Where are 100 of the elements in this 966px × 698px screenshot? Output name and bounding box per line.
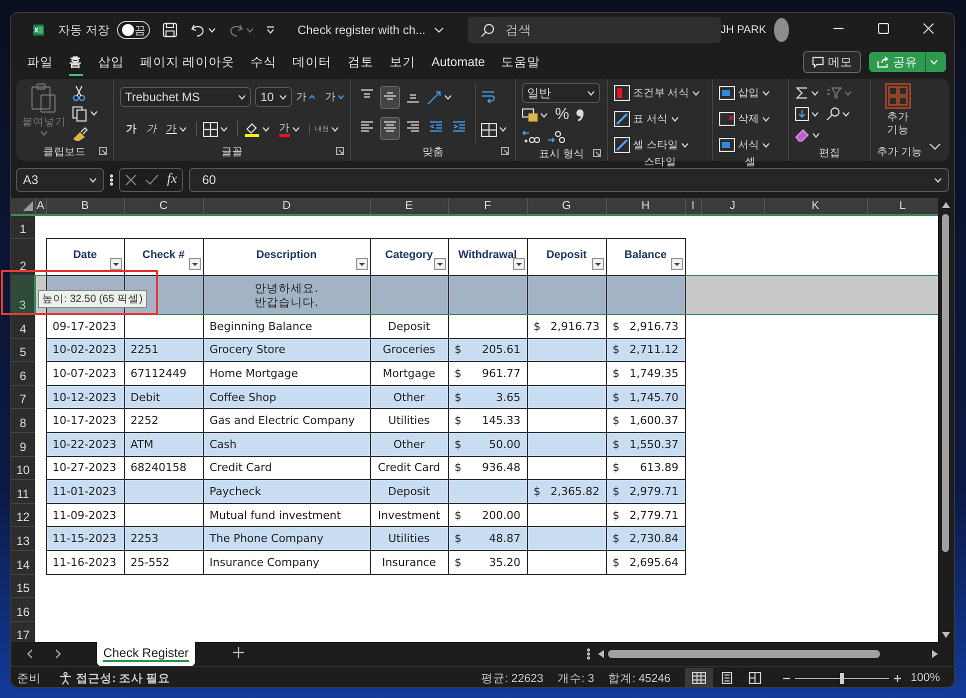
font-name-dropdown[interactable]: Trebuchet MS — [120, 87, 252, 107]
scroll-down-icon[interactable] — [942, 632, 950, 638]
menu-tab[interactable]: 보기 — [381, 50, 424, 74]
menu-tab[interactable]: 수식 — [242, 50, 284, 74]
avatar-icon[interactable] — [774, 18, 789, 42]
row-number[interactable]: 12 — [11, 503, 35, 527]
number-format-dropdown[interactable]: 일반 — [522, 83, 600, 103]
column-letter[interactable]: G — [527, 198, 606, 215]
next-sheet-icon[interactable] — [55, 649, 61, 659]
percent-button[interactable]: % — [555, 106, 570, 124]
column-letter[interactable]: I — [685, 198, 701, 215]
scroll-left-icon[interactable] — [598, 650, 604, 658]
font-color-button[interactable]: 가 — [279, 122, 290, 136]
sum-icon[interactable] — [795, 86, 809, 100]
grow-font-button[interactable]: 가 — [296, 90, 315, 104]
increase-decimal-icon[interactable] — [522, 130, 540, 144]
menu-tab[interactable]: 데이터 — [284, 50, 340, 74]
menu-tab[interactable]: 삽입 — [90, 50, 132, 74]
copy-icon[interactable] — [72, 106, 88, 122]
redo-icon[interactable] — [228, 22, 244, 38]
chevron-icon[interactable] — [434, 27, 444, 33]
menu-tab[interactable]: 파일 — [19, 50, 61, 74]
dialog-launcher-icon[interactable] — [501, 147, 509, 155]
column-letter[interactable]: L — [867, 198, 938, 215]
row-number[interactable]: 2 — [11, 238, 35, 276]
search-icon[interactable] — [480, 23, 495, 38]
search-field[interactable]: 검색 — [468, 17, 721, 43]
column-letter[interactable]: B — [46, 198, 124, 215]
memo-button[interactable]: 메모 — [803, 51, 861, 73]
customize-icon[interactable] — [266, 26, 276, 34]
maximize-icon[interactable] — [878, 23, 889, 34]
undo-icon[interactable] — [190, 22, 206, 38]
wrap-text-icon[interactable] — [481, 90, 495, 104]
filter-button[interactable] — [512, 258, 524, 270]
name-box[interactable]: A3 — [16, 168, 104, 192]
dialog-launcher-icon[interactable] — [593, 149, 601, 157]
comma-style-icon[interactable] — [576, 109, 584, 121]
zoom-thumb[interactable] — [840, 672, 844, 684]
row-number[interactable]: 4 — [11, 314, 35, 338]
row-number[interactable]: 7 — [11, 385, 35, 409]
cut-icon[interactable] — [72, 85, 86, 102]
shrink-font-button[interactable]: 가 — [325, 90, 344, 104]
filter-button[interactable] — [670, 258, 682, 270]
column-letter[interactable]: C — [124, 198, 203, 215]
filter-button[interactable] — [188, 258, 200, 270]
cells-button[interactable]: 서식 — [719, 135, 782, 155]
eraser-icon[interactable] — [795, 128, 810, 142]
more-options-icon[interactable] — [110, 174, 113, 186]
expand-icon[interactable] — [934, 178, 942, 182]
fill-color-icon[interactable] — [244, 121, 260, 137]
dialog-launcher-icon[interactable] — [99, 147, 107, 155]
search-icon[interactable] — [826, 107, 840, 121]
comment-icon[interactable] — [812, 56, 824, 68]
row-number[interactable]: 8 — [11, 408, 35, 433]
underline-button[interactable]: 가 — [166, 122, 177, 136]
more-options-icon[interactable] — [587, 648, 590, 660]
close-icon[interactable] — [923, 23, 934, 34]
insert-function-button[interactable]: fx — [167, 172, 178, 188]
scroll-right-icon[interactable] — [932, 650, 938, 658]
bold-button[interactable]: 가 — [126, 122, 137, 136]
column-letter[interactable]: E — [370, 198, 448, 215]
user-name[interactable]: JH PARK — [720, 24, 766, 36]
menu-tab[interactable]: 홈 — [61, 50, 90, 74]
row-number[interactable]: 14 — [11, 550, 35, 574]
row-number[interactable]: 15 — [11, 574, 35, 598]
view-button[interactable] — [684, 668, 713, 688]
style-button[interactable]: 셀 스타일 — [614, 135, 706, 155]
share-button[interactable]: 공유 — [869, 52, 946, 72]
scroll-up-icon[interactable] — [942, 202, 950, 208]
cells-button[interactable]: 삭제 — [719, 109, 782, 129]
borders-icon[interactable] — [203, 122, 218, 136]
sheet-tab[interactable]: Check Register — [97, 642, 195, 666]
row-number[interactable]: 6 — [11, 362, 35, 386]
column-letter[interactable]: F — [448, 198, 527, 215]
sort-filter-icon[interactable] — [826, 86, 842, 100]
column-letter[interactable]: J — [701, 198, 764, 215]
font-size-dropdown[interactable]: 10 — [255, 87, 292, 107]
menu-tab[interactable]: 페이지 레이아웃 — [132, 50, 242, 74]
save-icon[interactable] — [162, 22, 178, 38]
select-all-icon[interactable] — [22, 201, 32, 211]
column-letter[interactable]: A — [35, 198, 46, 215]
zoom-level[interactable]: 100% — [910, 672, 940, 684]
add-sheet-icon[interactable] — [233, 647, 244, 658]
file-name[interactable]: Check register with ch... — [297, 23, 426, 37]
row-number[interactable]: 3 — [11, 276, 35, 315]
orientation-icon[interactable] — [426, 90, 442, 106]
row-number[interactable]: 11 — [11, 480, 35, 504]
format-painter-icon[interactable] — [72, 126, 88, 141]
cancel-icon[interactable] — [125, 174, 137, 186]
column-letter[interactable]: H — [606, 198, 685, 215]
menu-tab[interactable]: 도움말 — [493, 50, 548, 74]
horizontal-scrollbar[interactable] — [598, 650, 938, 658]
style-button[interactable]: 표 서식 — [614, 109, 706, 129]
dialog-launcher-icon[interactable] — [336, 147, 344, 155]
filter-button[interactable] — [356, 258, 368, 270]
merge-icon[interactable] — [481, 122, 497, 136]
style-button[interactable]: 조건부 서식 — [614, 83, 706, 103]
column-letter[interactable]: K — [764, 198, 867, 215]
autosave-toggle[interactable]: 끔 — [117, 21, 150, 39]
italic-button[interactable]: 가 — [146, 122, 157, 136]
